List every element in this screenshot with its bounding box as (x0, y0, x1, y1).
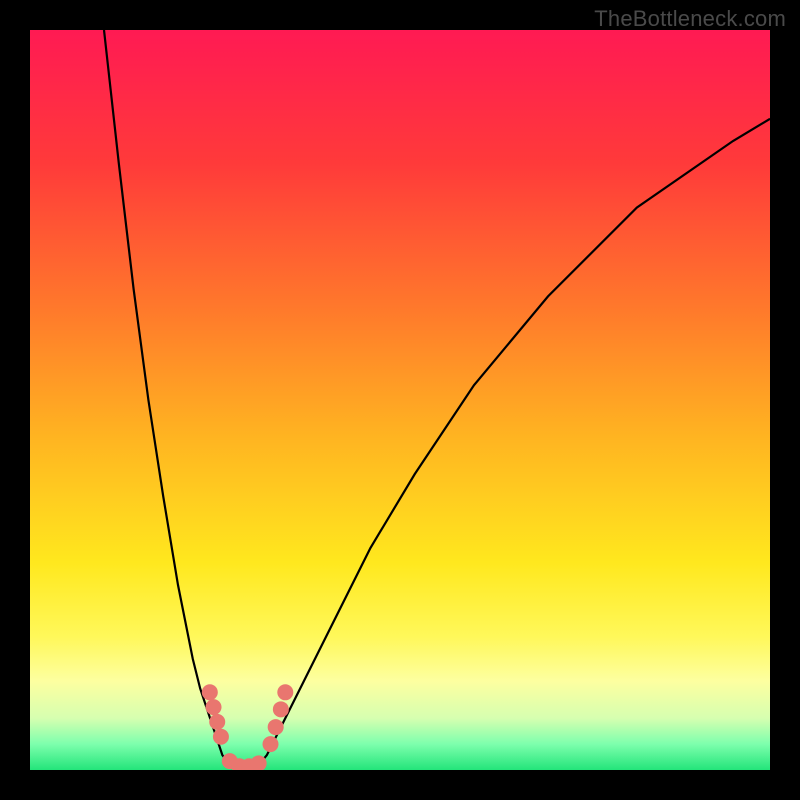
plot-area (30, 30, 770, 770)
data-marker (277, 684, 293, 700)
data-marker (268, 719, 284, 735)
curve-layer (30, 30, 770, 770)
data-marker (273, 701, 289, 717)
data-marker (213, 729, 229, 745)
watermark-text: TheBottleneck.com (594, 6, 786, 32)
data-marker (206, 699, 222, 715)
data-marker (263, 736, 279, 752)
marker-group (202, 684, 293, 770)
bottleneck-curve (104, 30, 770, 769)
chart-frame: TheBottleneck.com (0, 0, 800, 800)
data-marker (202, 684, 218, 700)
data-marker (209, 714, 225, 730)
